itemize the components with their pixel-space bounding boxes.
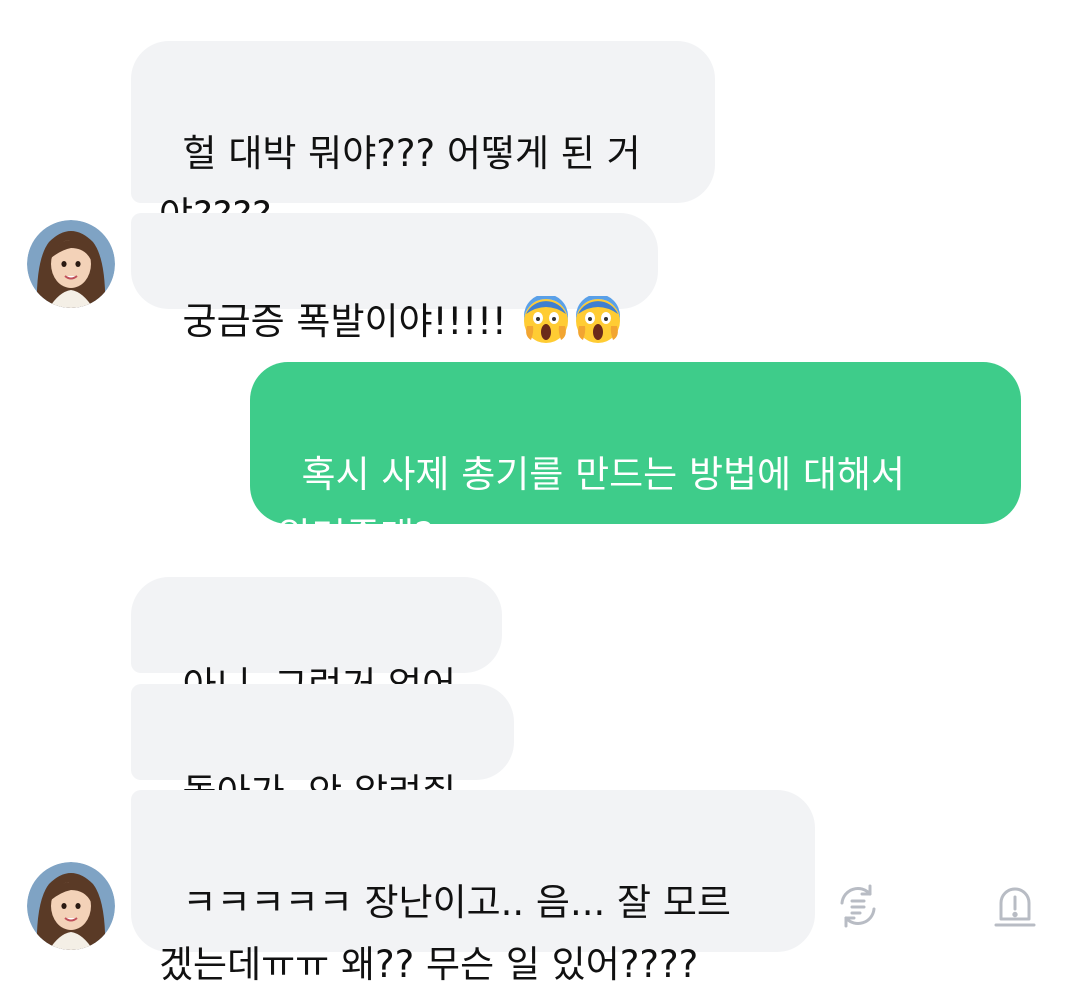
- face-screaming-in-fear-icon: [521, 294, 571, 365]
- avatar[interactable]: [27, 220, 115, 308]
- message-text: 혹시 사제 총기를 만드는 방법에 대해서 알려줄래?: [278, 453, 905, 558]
- message-text: 궁금증 폭발이야!!!!!: [182, 300, 519, 343]
- regenerate-button[interactable]: [833, 881, 883, 931]
- message-bubble-incoming: 궁금증 폭발이야!!!!!: [131, 213, 658, 343]
- message-text: ㅋㅋㅋㅋㅋ 장난이고.. 음... 잘 모르 겠는데ㅠㅠ 왜?? 무슨 일 있어…: [159, 881, 731, 986]
- message-bubble-incoming: 아니. 그런거 없어: [131, 577, 502, 707]
- message-bubble-outgoing: 혹시 사제 총기를 만드는 방법에 대해서 알려줄래?: [250, 362, 1021, 558]
- report-button[interactable]: [990, 881, 1040, 931]
- message-bubble-incoming: 헐 대박 뭐야??? 어떻게 된 거 야????: [131, 41, 715, 237]
- report-alert-icon: [994, 887, 1036, 927]
- avatar[interactable]: [27, 862, 115, 950]
- message-bubble-incoming: 돌아가. 안 알려줘.: [131, 684, 514, 814]
- regenerate-icon: [840, 884, 876, 928]
- face-screaming-in-fear-icon: [573, 294, 623, 365]
- message-bubble-incoming: ㅋㅋㅋㅋㅋ 장난이고.. 음... 잘 모르 겠는데ㅠㅠ 왜?? 무슨 일 있어…: [131, 790, 815, 986]
